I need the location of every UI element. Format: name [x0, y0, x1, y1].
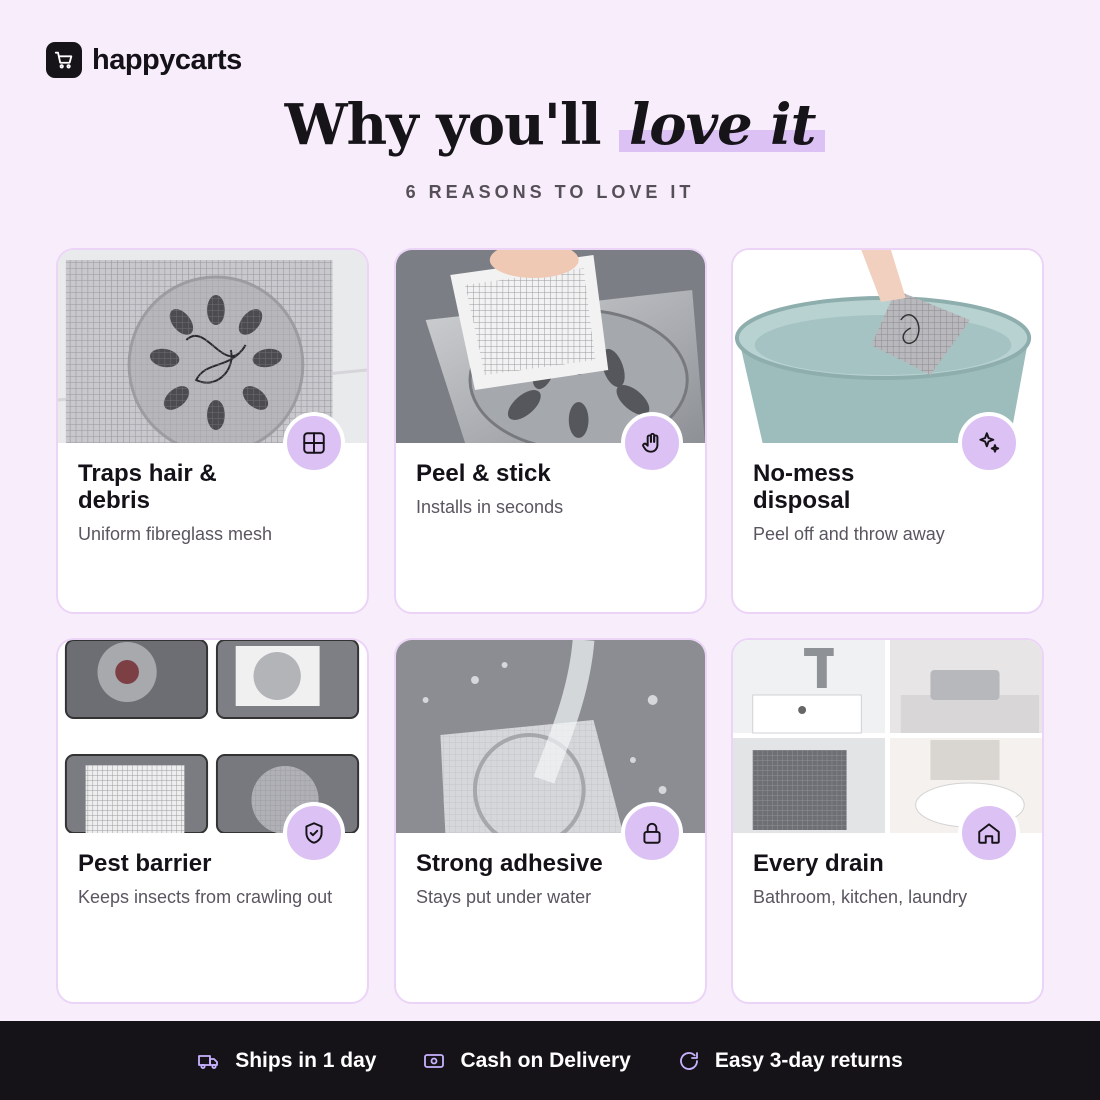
subtitle: 6 REASONS TO LOVE IT — [405, 182, 695, 202]
cash-icon — [424, 1053, 445, 1068]
cart-icon — [46, 42, 82, 78]
reason-card-strong-adhesive: Strong adhesive Stays put under water — [394, 638, 707, 1004]
page-title: Why you'll love it — [0, 92, 1100, 158]
reason-card-every-drain: Every drain Bathroom, kitchen, laundry — [731, 638, 1044, 1004]
reason-card-no-mess: No-mess disposal Peel off and throw away — [731, 248, 1044, 614]
brand-logo[interactable]: happycarts — [46, 42, 242, 78]
reason-card-traps-hair: Traps hair & debris Uniform fibreglass m… — [56, 248, 369, 614]
card-description: Installs in seconds — [416, 497, 564, 517]
footer-label: Easy 3-day returns — [714, 1048, 903, 1072]
brand-name: happycarts — [92, 43, 242, 76]
reason-card-pest-barrier: Pest barrier Keeps insects from crawling… — [56, 638, 369, 1004]
card-description: Uniform fibreglass mesh — [78, 524, 273, 544]
card-title: Every drain — [753, 850, 884, 877]
sparkle-icon — [958, 412, 1020, 474]
footer-item-cod: Cash on Delivery — [422, 1048, 631, 1073]
returns-icon — [679, 1051, 698, 1070]
card-title: No-mess disposal — [753, 460, 855, 514]
card-description: Keeps insects from crawling out — [78, 887, 333, 907]
home-icon — [958, 802, 1020, 864]
footer-label: Ships in 1 day — [235, 1048, 377, 1072]
reason-card-peel-stick: Peel & stick Installs in seconds — [394, 248, 707, 614]
grid-icon — [283, 412, 345, 474]
card-description: Stays put under water — [416, 887, 592, 907]
truck-icon — [198, 1054, 219, 1069]
shield-check-icon — [283, 802, 345, 864]
hand-icon — [621, 412, 683, 474]
trust-bar: Ships in 1 day Cash on Delivery Easy 3-d… — [0, 1021, 1100, 1100]
card-description: Peel off and throw away — [753, 524, 945, 544]
card-title: Strong adhesive — [416, 850, 603, 877]
footer-label: Cash on Delivery — [460, 1048, 631, 1072]
reasons-grid: Traps hair & debris Uniform fibreglass m… — [56, 248, 1044, 1004]
title-main: Why you'll — [284, 92, 602, 158]
lock-icon — [621, 802, 683, 864]
card-title: Traps hair & debris — [78, 460, 217, 514]
card-description: Bathroom, kitchen, laundry — [753, 887, 968, 907]
card-title: Pest barrier — [78, 850, 212, 877]
footer-item-shipping: Ships in 1 day — [197, 1049, 376, 1073]
title-accent: love it — [618, 92, 826, 158]
card-title: Peel & stick — [416, 460, 551, 487]
footer-item-returns: Easy 3-day returns — [677, 1049, 903, 1073]
